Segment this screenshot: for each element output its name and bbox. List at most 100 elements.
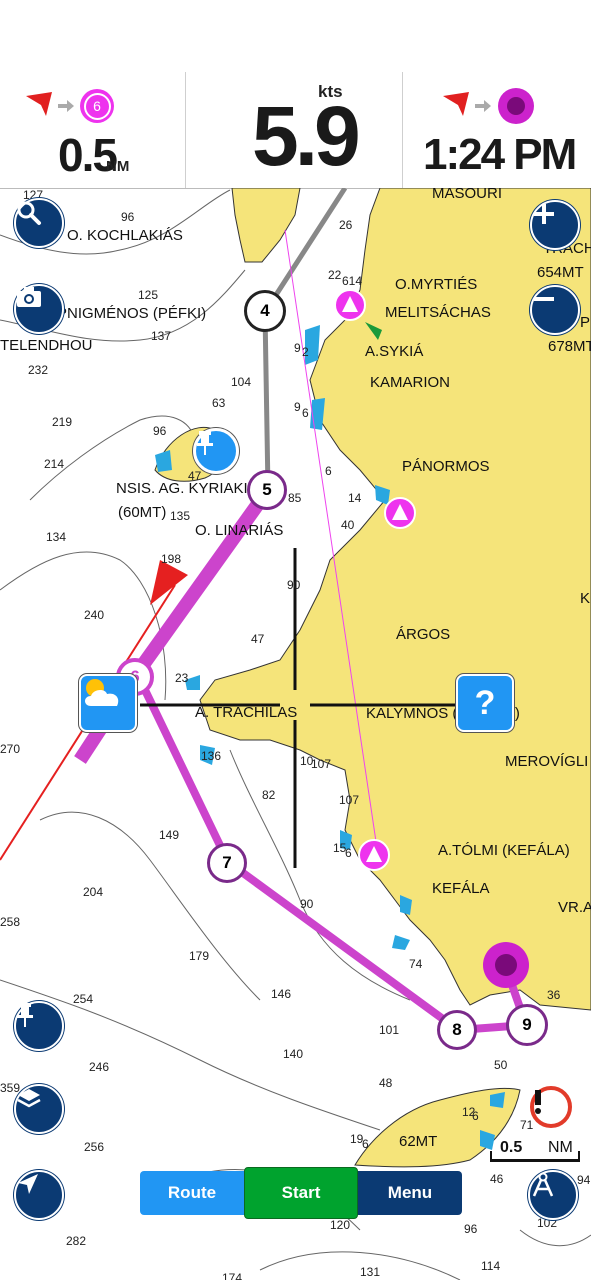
alert-button[interactable] bbox=[530, 1086, 572, 1128]
depth-sounding: 82 bbox=[262, 788, 276, 802]
depth-sounding: 179 bbox=[189, 949, 210, 963]
depth-sounding: 94 bbox=[577, 1173, 591, 1187]
depth-sounding: 204 bbox=[83, 885, 104, 899]
plus-icon bbox=[534, 204, 554, 224]
depth-sounding: 219 bbox=[52, 415, 73, 429]
place-label: PNIGMÉNOS (PÉFKI) bbox=[57, 305, 207, 322]
place-label: O. KOCHLAKIÁS bbox=[67, 227, 183, 244]
place-label: PÁNORMOS bbox=[402, 458, 490, 475]
depth-sounding: 614 bbox=[342, 274, 363, 288]
help-marker[interactable]: ? bbox=[456, 674, 514, 732]
compass-button[interactable] bbox=[528, 1170, 578, 1220]
place-label: MEROVÍGLI bbox=[505, 753, 589, 770]
menu-button[interactable]: Menu bbox=[358, 1171, 462, 1215]
add-pin-button[interactable] bbox=[14, 1001, 64, 1051]
waypoint-4[interactable]: 4 bbox=[244, 290, 286, 332]
camera-icon bbox=[17, 287, 41, 307]
depth-sounding: 6 bbox=[325, 464, 332, 478]
nautical-chart[interactable]: O. KOCHLAKIÁS MASOURI TRACH 654MT PNIGMÉ… bbox=[0, 188, 591, 1280]
depth-sounding: 254 bbox=[73, 992, 94, 1006]
place-label: O. LINARIÁS bbox=[195, 522, 284, 539]
route-button[interactable]: Route bbox=[140, 1171, 244, 1215]
depth-sounding: 134 bbox=[46, 530, 67, 544]
depth-sounding: 90 bbox=[287, 578, 301, 592]
camera-button[interactable] bbox=[14, 284, 64, 334]
start-button[interactable]: Start bbox=[244, 1167, 358, 1219]
minus-icon bbox=[534, 297, 554, 301]
depth-sounding: 46 bbox=[490, 1172, 504, 1186]
weather-cloud-icon bbox=[85, 679, 119, 706]
zoom-out-button[interactable] bbox=[530, 285, 580, 335]
depth-sounding: 114 bbox=[481, 1259, 501, 1273]
eta-value: 1:24 PM bbox=[423, 130, 577, 179]
arrow-right-icon bbox=[475, 100, 491, 112]
nav-header: 6 0.5 NM kts 5.9 1:24 PM bbox=[0, 72, 591, 189]
speed-value: 5.9 bbox=[252, 89, 361, 183]
boat-arrow-icon bbox=[443, 92, 469, 116]
depth-sounding: 71 bbox=[520, 1118, 534, 1132]
place-label: ÁRGOS bbox=[396, 626, 451, 643]
depth-sounding: 6 bbox=[302, 406, 309, 420]
place-label: 678MT bbox=[548, 338, 591, 355]
depth-sounding: 14 bbox=[348, 491, 362, 505]
depth-sounding: 146 bbox=[271, 987, 292, 1001]
waypoint-5[interactable]: 5 bbox=[247, 470, 287, 510]
place-label: A.TÓLMI (KEFÁLA) bbox=[438, 842, 570, 859]
depth-sounding: 214 bbox=[44, 457, 65, 471]
depth-sounding: 22 bbox=[328, 268, 342, 282]
search-button[interactable] bbox=[14, 198, 64, 248]
depth-sounding: 125 bbox=[138, 288, 159, 302]
destination-marker[interactable] bbox=[483, 942, 529, 988]
depth-sounding: 96 bbox=[121, 210, 135, 224]
distance-waypoint-number: 6 bbox=[83, 92, 111, 120]
distance-unit: NM bbox=[106, 158, 130, 175]
arrow-right-icon bbox=[58, 100, 74, 112]
place-label: A. TRACHILAS bbox=[195, 704, 298, 721]
depth-sounding: 198 bbox=[161, 552, 182, 566]
depth-sounding: 47 bbox=[251, 632, 265, 646]
depth-sounding: 63 bbox=[212, 396, 226, 410]
depth-sounding: 85 bbox=[288, 491, 302, 505]
place-label: O.MYRTIÉS bbox=[395, 276, 478, 293]
place-label: VR.A bbox=[558, 899, 591, 916]
eta-panel[interactable]: 1:24 PM bbox=[403, 72, 591, 188]
depth-sounding: 174 bbox=[222, 1271, 243, 1280]
depth-sounding: 90 bbox=[300, 897, 314, 911]
depth-sounding: 6 bbox=[472, 1109, 479, 1123]
place-label: 62MT bbox=[399, 1133, 438, 1150]
pin-marker[interactable] bbox=[193, 428, 239, 474]
depth-sounding: 256 bbox=[84, 1140, 105, 1154]
depth-sounding: 96 bbox=[464, 1222, 478, 1236]
layers-button[interactable] bbox=[14, 1084, 64, 1134]
pushpin-icon bbox=[17, 1003, 33, 1027]
locate-button[interactable] bbox=[14, 1170, 64, 1220]
place-label: KAMARION bbox=[370, 374, 451, 391]
depth-sounding: 101 bbox=[379, 1023, 400, 1037]
pushpin-icon bbox=[197, 431, 213, 455]
depth-sounding: 96 bbox=[153, 424, 167, 438]
depth-sounding: 140 bbox=[283, 1047, 304, 1061]
waypoint-7[interactable]: 7 bbox=[207, 843, 247, 883]
boat-arrow-icon bbox=[26, 92, 52, 116]
waypoint-8[interactable]: 8 bbox=[437, 1010, 477, 1050]
depth-sounding: 258 bbox=[0, 915, 21, 929]
exclamation-icon bbox=[535, 1090, 541, 1114]
speed-panel[interactable]: kts 5.9 bbox=[186, 72, 402, 188]
depth-sounding: 232 bbox=[28, 363, 49, 377]
depth-sounding: 50 bbox=[494, 1058, 508, 1072]
weather-marker[interactable] bbox=[79, 674, 137, 732]
depth-sounding: 48 bbox=[379, 1076, 393, 1090]
depth-sounding: 6 bbox=[362, 1137, 369, 1151]
zoom-in-button[interactable] bbox=[530, 200, 580, 250]
place-label: MASOURI bbox=[432, 188, 503, 202]
place-label: A.SYKIÁ bbox=[365, 343, 424, 360]
waypoint-9[interactable]: 9 bbox=[506, 1004, 548, 1046]
place-label: KEFÁLA bbox=[432, 880, 490, 897]
distance-to-waypoint-panel[interactable]: 6 0.5 NM bbox=[0, 72, 185, 188]
scale-value: 0.5 bbox=[500, 1139, 523, 1156]
depth-sounding: 9 bbox=[294, 400, 301, 414]
search-icon bbox=[17, 201, 41, 225]
compass-icon bbox=[532, 1172, 554, 1197]
depth-sounding: 26 bbox=[339, 218, 353, 232]
depth-sounding: 47 bbox=[188, 469, 202, 483]
